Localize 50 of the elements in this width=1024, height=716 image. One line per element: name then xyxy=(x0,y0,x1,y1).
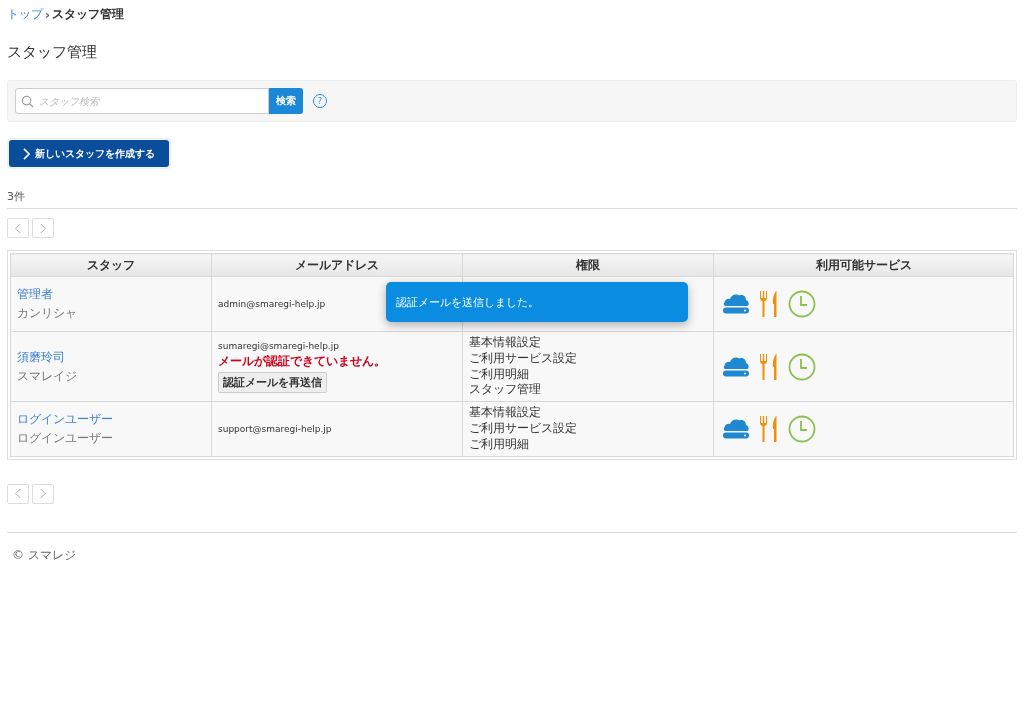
staff-name-link[interactable]: 須磨玲司 xyxy=(17,348,65,366)
next-page-button[interactable] xyxy=(32,483,54,504)
email-address: sumaregi@smaregi-help.jp xyxy=(218,340,339,351)
column-header: メールアドレス xyxy=(211,253,463,277)
chevron-right-icon xyxy=(40,488,46,500)
clock-icon xyxy=(788,414,816,443)
column-header: スタッフ xyxy=(10,253,212,277)
chevron-left-icon xyxy=(15,222,21,234)
column-header: 利用可能サービス xyxy=(713,253,1014,277)
permission-item: ご利用明細 xyxy=(469,367,529,382)
email-address: support@smaregi-help.jp xyxy=(218,423,332,434)
breadcrumb-current: スタッフ管理 xyxy=(51,6,124,23)
result-count: 3件 xyxy=(7,189,26,204)
toast-notification: 認証メールを送信しました。 xyxy=(386,282,688,322)
resend-button[interactable]: 認証メールを再送信 xyxy=(218,371,327,393)
chevron-left-icon xyxy=(15,488,21,500)
permission-item: ご利用明細 xyxy=(469,437,529,452)
column-header: 権限 xyxy=(462,253,714,277)
staff-name-link[interactable]: ログインユーザー xyxy=(17,410,113,428)
clock-icon xyxy=(788,290,816,318)
permission-item: 基本情報設定 xyxy=(469,336,541,350)
staff-kana: ログインユーザー xyxy=(17,429,113,447)
fork-knife-icon xyxy=(759,352,779,381)
next-page-button[interactable] xyxy=(32,218,54,238)
previous-page-button[interactable] xyxy=(7,218,29,238)
staff-name-link[interactable]: 管理者 xyxy=(17,286,53,303)
cloud-icon xyxy=(722,355,750,378)
staff-kana: スマレイジ xyxy=(17,367,77,385)
cloud-icon xyxy=(722,417,750,440)
breadcrumb-separator: › xyxy=(45,7,50,22)
permission-item: ご利用サービス設定 xyxy=(469,422,577,436)
create-staff-button[interactable]: 新しいスタッフを作成する xyxy=(9,140,169,167)
search-button[interactable]: 検索 xyxy=(269,88,303,114)
chevron-right-icon xyxy=(23,147,30,160)
verification-warning: メールが認証できていません。 xyxy=(218,352,386,370)
cloud-icon xyxy=(722,293,750,315)
staff-kana: カンリシャ xyxy=(17,305,77,322)
page-title: スタッフ管理 xyxy=(7,43,98,62)
chevron-right-icon xyxy=(40,222,46,234)
permission-item: スタッフ管理 xyxy=(469,383,541,398)
search-icon xyxy=(21,95,34,108)
breadcrumb-link[interactable]: トップ xyxy=(7,6,43,23)
fork-knife-icon xyxy=(759,414,779,443)
permission-item: ご利用サービス設定 xyxy=(469,351,577,366)
permission-item: 基本情報設定 xyxy=(469,406,541,420)
email-address: admin@smaregi-help.jp xyxy=(218,299,326,309)
clock-icon xyxy=(788,352,816,381)
previous-page-button[interactable] xyxy=(7,483,29,504)
footer-copyright: © スマレジ xyxy=(11,546,77,564)
fork-knife-icon xyxy=(759,290,779,318)
